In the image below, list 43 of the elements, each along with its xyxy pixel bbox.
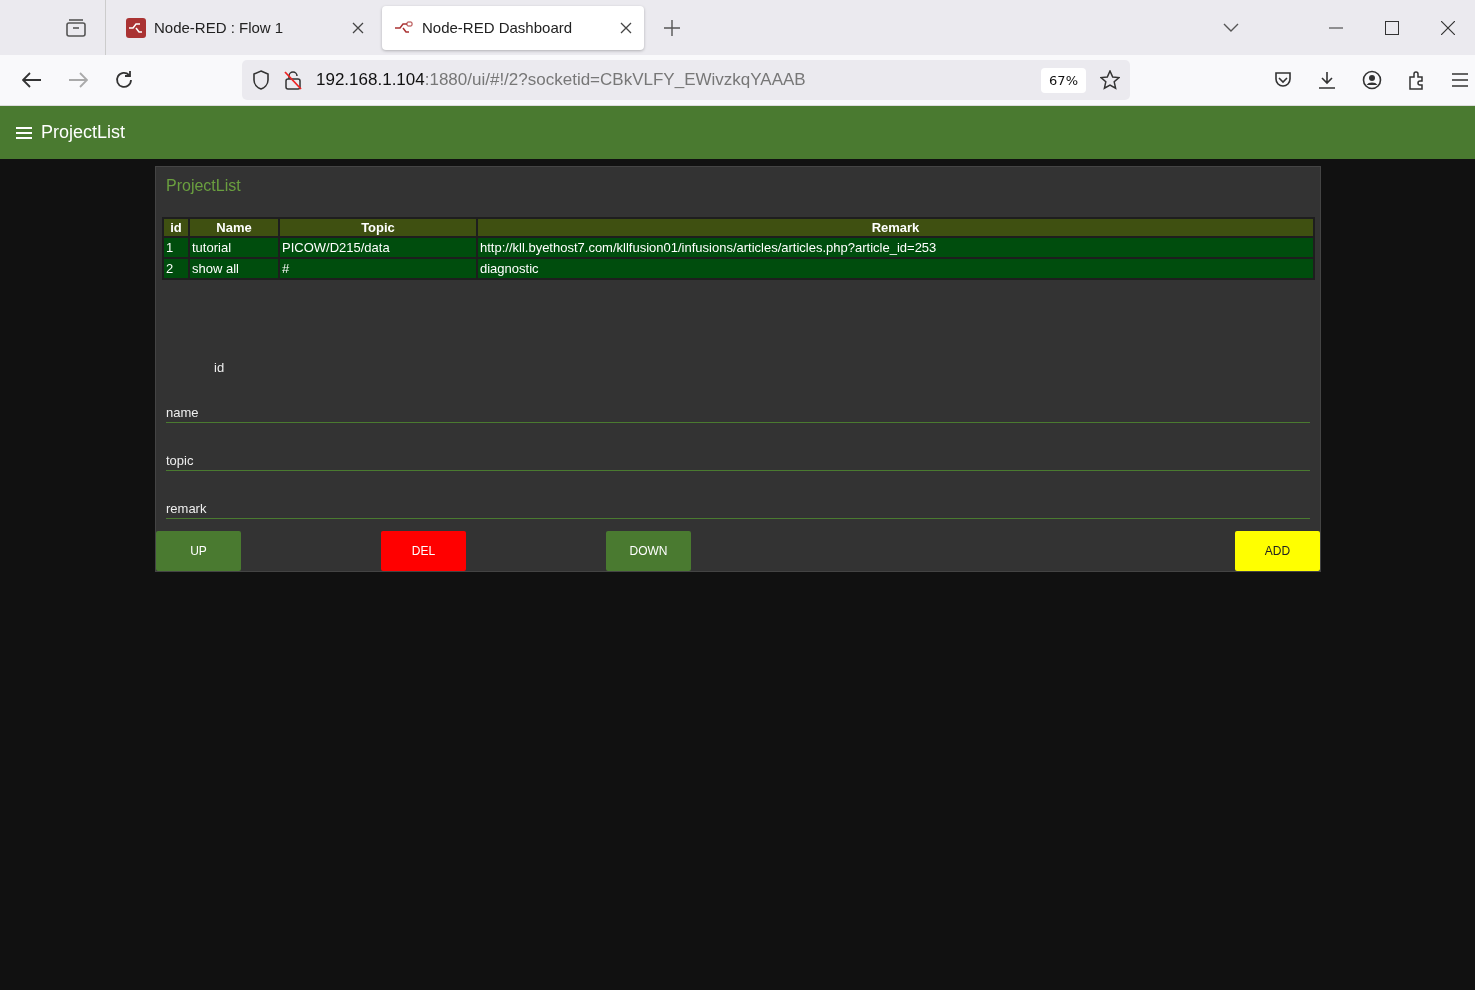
browser-tab[interactable]: Node-RED Dashboard (382, 5, 644, 50)
lock-crossed-icon[interactable] (284, 70, 302, 90)
close-icon[interactable] (620, 21, 632, 34)
action-button[interactable]: DEL (381, 531, 466, 571)
column-header: Name (189, 218, 279, 237)
star-icon[interactable] (1100, 70, 1120, 90)
flow-logo-icon (126, 17, 146, 38)
puzzle-icon[interactable] (1408, 70, 1426, 90)
tab-overview-icon[interactable] (65, 17, 87, 38)
pocket-icon[interactable] (1274, 71, 1292, 89)
menu-icon[interactable] (1452, 73, 1468, 87)
column-header: id (163, 218, 189, 237)
zoom-level[interactable]: 67% (1041, 67, 1086, 93)
account-icon[interactable] (1362, 70, 1382, 90)
input-field[interactable]: topic (166, 449, 1310, 471)
close-icon[interactable] (1441, 20, 1455, 35)
download-icon[interactable] (1318, 71, 1336, 89)
id-label: id (214, 360, 226, 375)
card-title: ProjectList (165, 177, 242, 196)
action-button[interactable]: ADD (1235, 531, 1320, 571)
table-cell: 2 (163, 258, 189, 279)
action-button[interactable]: DOWN (606, 531, 691, 571)
column-header: Topic (279, 218, 477, 237)
minimize-icon[interactable] (1329, 26, 1343, 29)
action-button[interactable]: UP (156, 531, 241, 571)
input-field[interactable]: remark (166, 497, 1310, 519)
url-text: 192.168.1.104:1880/ui/#!/2?socketid=CBkVLFY_EWivzkqYAAAB (316, 70, 807, 90)
address-bar[interactable]: 192.168.1.104:1880/ui/#!/2?socketid=CBkVLFY_EWivzkqYAAAB 67% (242, 60, 1130, 100)
shield-icon[interactable] (252, 70, 270, 90)
header-title: ProjectList (41, 122, 126, 143)
table-cell: # (279, 258, 477, 279)
input-field[interactable]: name (166, 401, 1310, 423)
maximize-icon[interactable] (1385, 20, 1399, 35)
column-header: Remark (477, 218, 1314, 237)
table-cell: show all (189, 258, 279, 279)
flow-logo-icon (394, 20, 414, 35)
close-icon[interactable] (352, 21, 364, 34)
table-cell: diagnostic (477, 258, 1314, 279)
chevron-down-icon[interactable] (1223, 22, 1239, 33)
back-arrow-icon[interactable] (22, 72, 42, 88)
browser-tab[interactable]: Node-RED : Flow 1 (114, 5, 376, 50)
new-tab-icon[interactable] (664, 19, 680, 36)
reload-icon[interactable] (114, 70, 134, 90)
